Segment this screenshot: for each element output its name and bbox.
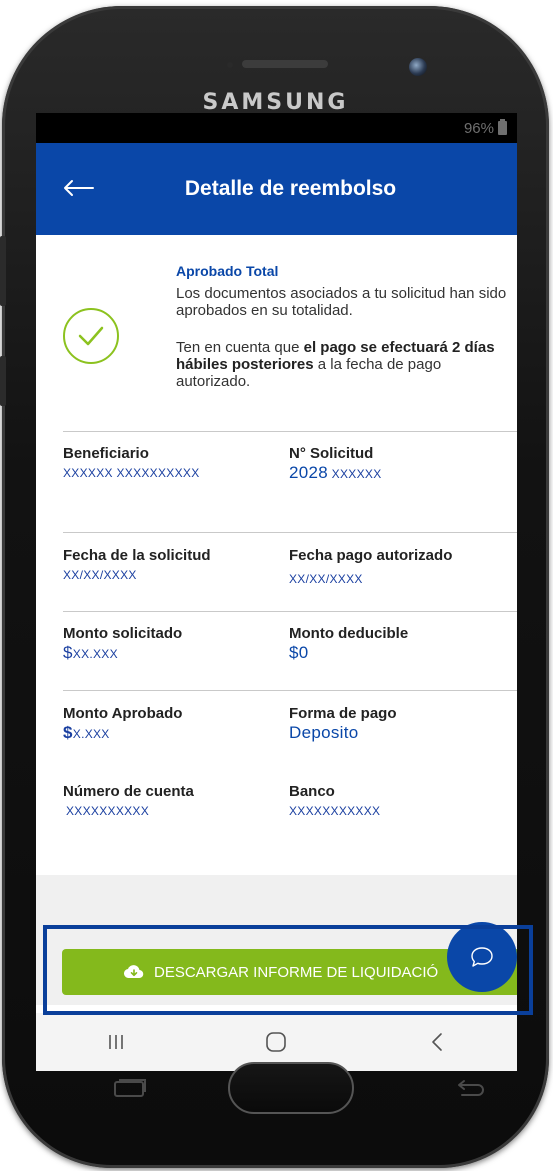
field-label: Fecha pago autorizado — [289, 547, 453, 564]
field-forma-pago: Forma de pago Deposito — [289, 705, 397, 741]
amount: XX.XXX — [72, 647, 118, 661]
physical-back-icon — [458, 1080, 484, 1096]
amount: X.XXX — [72, 727, 110, 741]
field-label: Monto deducible — [289, 625, 409, 642]
approval-status: Aprobado Total — [176, 263, 279, 279]
volume-button — [0, 236, 6, 306]
approval-notice: Aprobado Total Los documentos asociados … — [36, 235, 517, 425]
currency-symbol: $ — [63, 643, 73, 662]
field-label: Monto solicitado — [63, 625, 183, 642]
check-circle-icon — [63, 308, 119, 364]
power-button — [0, 356, 6, 406]
field-value: 2028 XXXXXX — [289, 463, 382, 482]
field-label: Banco — [289, 783, 335, 800]
field-fecha-pago: Fecha pago autorizado XX/XX/XXXX — [289, 547, 452, 587]
field-value: XXXXXX XXXXXXXXXX — [63, 466, 200, 480]
field-value: XXXXXXXXXX — [66, 804, 150, 818]
earpiece-speaker — [242, 60, 328, 68]
field-value: $X.XXX — [63, 723, 182, 742]
field-label: Forma de pago — [289, 705, 397, 722]
front-camera — [409, 58, 427, 76]
proximity-sensor — [227, 62, 233, 68]
currency-symbol: $ — [63, 723, 73, 742]
app-header: Detalle de reembolso — [36, 143, 517, 235]
field-monto-solicitado: Monto solicitado $XX.XXX — [63, 625, 182, 662]
field-value: XX/XX/XXXX — [63, 568, 137, 582]
download-highlight-box — [43, 925, 533, 1015]
request-number-prefix: 2028 — [289, 463, 329, 482]
home-icon[interactable] — [256, 1022, 296, 1062]
field-label: Beneficiario — [63, 445, 149, 462]
field-banco: Banco XXXXXXXXXXX — [289, 783, 380, 819]
approval-message: Los documentos asociados a tu solicitud … — [176, 285, 507, 319]
field-label: Fecha de la solicitud — [63, 547, 211, 564]
divider — [63, 532, 517, 533]
divider — [63, 611, 517, 612]
divider — [63, 431, 517, 432]
battery-icon — [498, 119, 507, 135]
request-number-suffix: XXXXXX — [331, 467, 382, 481]
field-monto-deducible: Monto deducible $0 — [289, 625, 408, 661]
field-solicitud: N° Solicitud 2028 XXXXXX — [289, 445, 382, 482]
field-label: Número de cuenta — [63, 783, 194, 800]
field-numero-cuenta: Número de cuenta XXXXXXXXXX — [63, 783, 194, 819]
field-value: XXXXXXXXXXX — [289, 804, 381, 818]
status-bar: 96% — [36, 113, 517, 143]
page-title: Detalle de reembolso — [184, 177, 397, 200]
field-beneficiario: Beneficiario XXXXXX XXXXXXXXXX — [63, 445, 200, 481]
device-brand: SAMSUNG — [202, 90, 349, 115]
battery-level: 96% — [463, 119, 494, 137]
field-value: Deposito — [289, 723, 359, 742]
field-label: N° Solicitud — [289, 445, 374, 462]
field-label: Monto Aprobado — [63, 705, 183, 722]
divider — [63, 690, 517, 691]
payment-note: Ten en cuenta que el pago se efectuará 2… — [176, 339, 516, 390]
field-value: $XX.XXX — [63, 643, 182, 662]
payment-note-prefix: Ten en cuenta que — [176, 339, 304, 356]
recent-apps-icon[interactable] — [96, 1022, 136, 1062]
top-bezel: SAMSUNG — [2, 6, 549, 116]
field-monto-aprobado: Monto Aprobado $X.XXX — [63, 705, 182, 742]
physical-recent-icon — [114, 1079, 146, 1097]
page: SAMSUNG 96% Detalle de reembolso Aprobad… — [0, 0, 553, 1171]
field-value: $0 — [289, 643, 309, 662]
field-fecha-solicitud: Fecha de la solicitud XX/XX/XXXX — [63, 547, 211, 583]
physical-home-button[interactable] — [228, 1062, 354, 1114]
field-value: XX/XX/XXXX — [289, 572, 363, 586]
back-icon[interactable] — [417, 1022, 457, 1062]
